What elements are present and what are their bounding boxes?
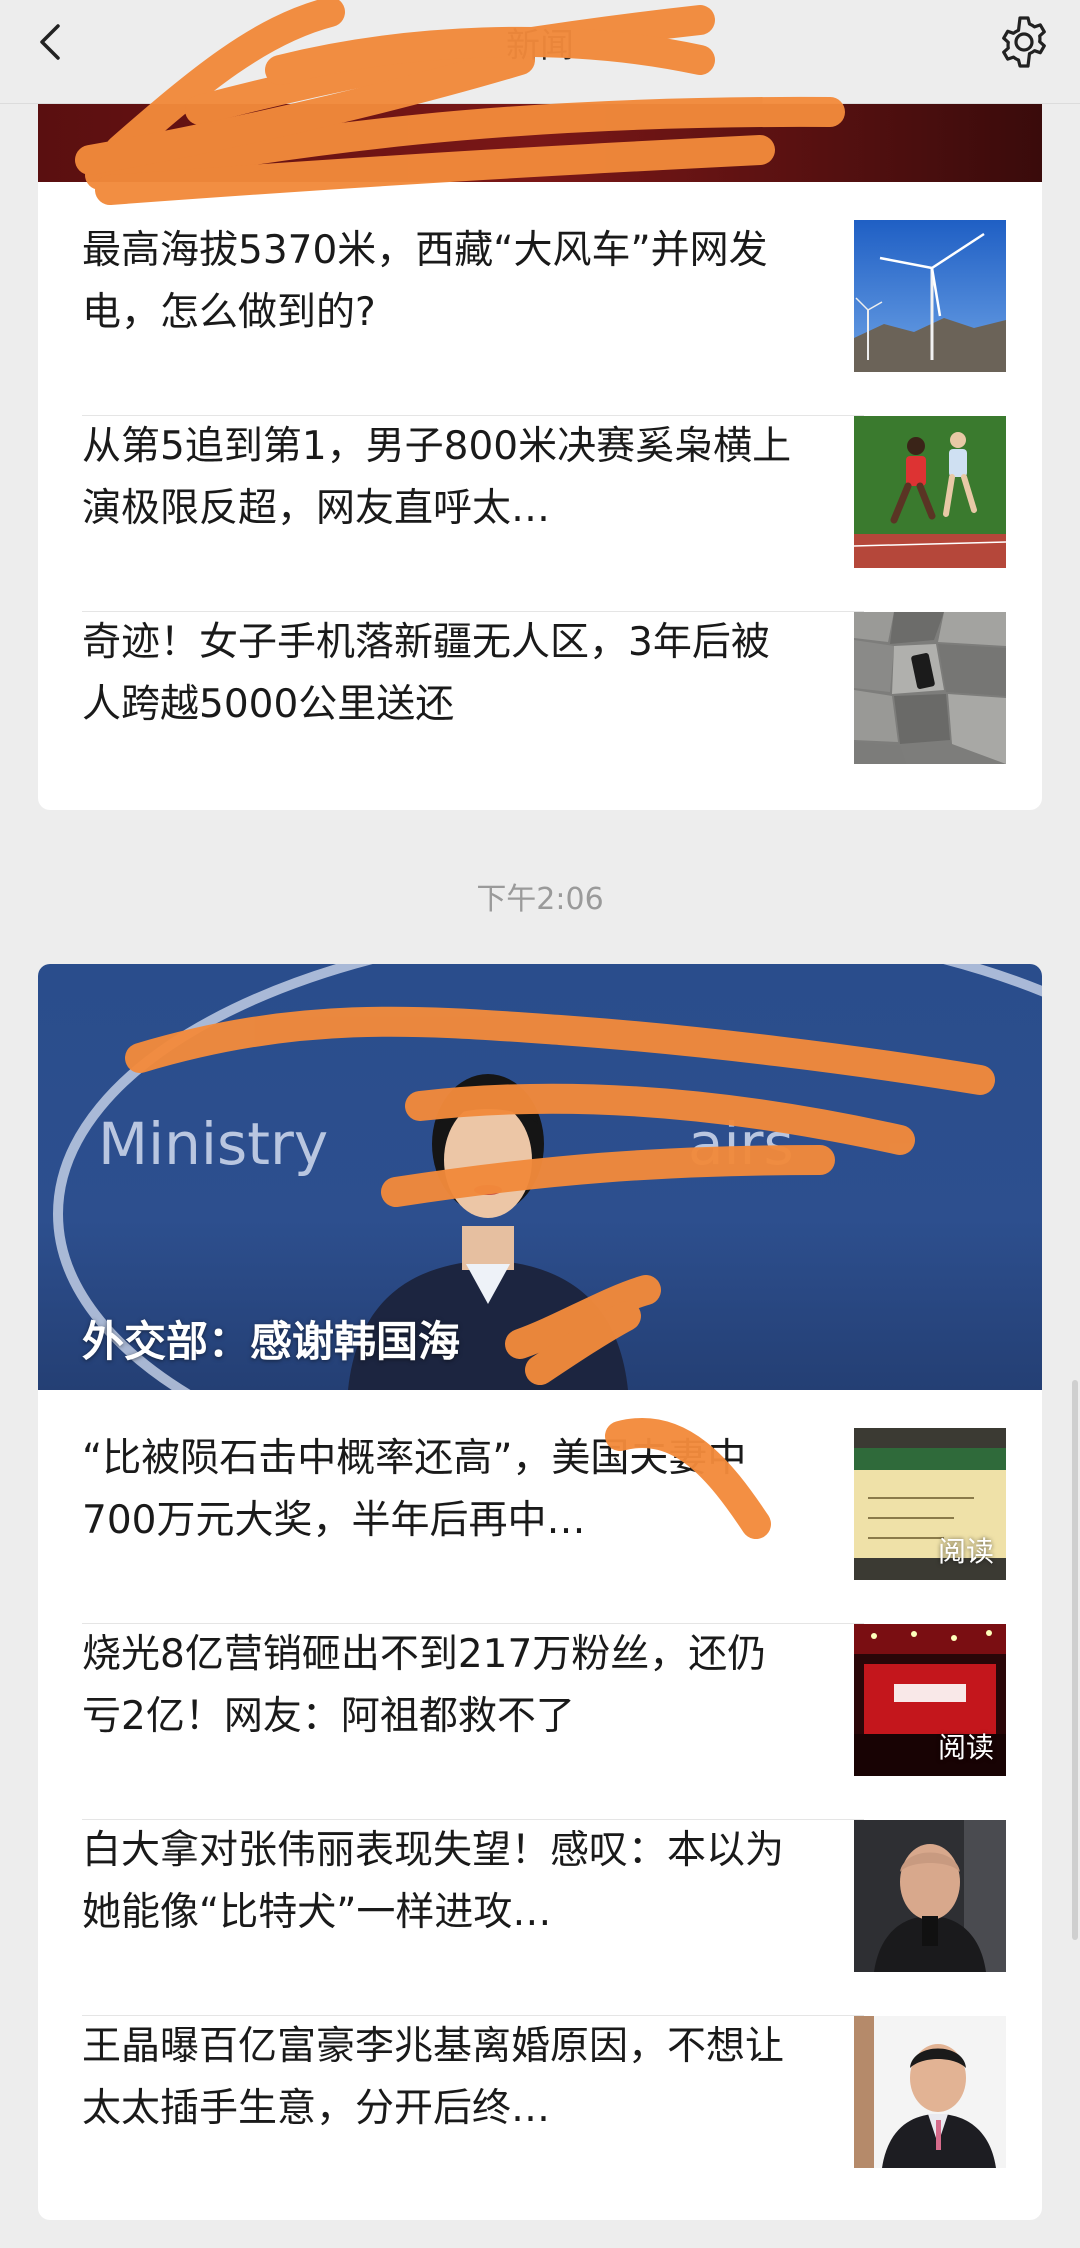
wind-turbine-image bbox=[854, 220, 1006, 372]
scrollbar[interactable] bbox=[1072, 1380, 1078, 1940]
top-bar: 新闻 bbox=[0, 0, 1080, 104]
news-group-card-1: 最高海拔5370米，西藏“大风车”并网发电，怎么做到的? 从第5追到第1，男子8… bbox=[38, 0, 1042, 810]
read-badge: 阅读 bbox=[937, 1535, 994, 1568]
news-item-title: 最高海拔5370米，西藏“大风车”并网发电，怎么做到的? bbox=[82, 228, 768, 335]
banner-background-text: Ministry bbox=[98, 1110, 328, 1178]
page-title: 新闻 bbox=[506, 26, 574, 66]
news-item-title: 奇迹！女子手机落新疆无人区，3年后被人跨越5000公里送还 bbox=[82, 620, 770, 727]
message-timestamp: 下午2:06 bbox=[476, 882, 604, 917]
svg-text:airs: airs bbox=[688, 1110, 794, 1178]
cover-banner-title: 外交部：感谢韩国海 bbox=[82, 1317, 461, 1366]
news-group-card-2: Ministry airs 外交部：感谢韩国海 “比被陨石击中概率还高”，美国夫… bbox=[38, 964, 1042, 2220]
rocks-phone-image bbox=[854, 612, 1006, 764]
news-item[interactable]: 烧光8亿营销砸出不到217万粉丝，还仍亏2亿！网友：阿祖都救不了 阅读 bbox=[82, 1624, 1006, 1820]
news-item[interactable]: 白大拿对张伟丽表现失望！感叹：本以为她能像“比特犬”一样进攻… bbox=[82, 1820, 1006, 2016]
read-badge: 阅读 bbox=[937, 1731, 994, 1764]
news-item-title: 烧光8亿营销砸出不到217万粉丝，还仍亏2亿！网友：阿祖都救不了 bbox=[82, 1632, 767, 1739]
news-item[interactable]: 王晶曝百亿富豪李兆基离婚原因，不想让太太插手生意，分开后终… bbox=[82, 2016, 1006, 2212]
news-item[interactable]: “比被陨石击中概率还高”，美国夫妻中700万元大奖，半年后再中… 阅读 bbox=[82, 1428, 1006, 1624]
cover-banner[interactable]: Ministry airs 外交部：感谢韩国海 bbox=[38, 964, 1042, 1390]
news-item-title: 从第5追到第1，男子800米决赛奚枭横上演极限反超，网友直呼太… bbox=[82, 424, 792, 531]
news-item[interactable]: 奇迹！女子手机落新疆无人区，3年后被人跨越5000公里送还 bbox=[82, 612, 1006, 808]
news-item[interactable]: 最高海拔5370米，西藏“大风车”并网发电，怎么做到的? bbox=[82, 220, 1006, 416]
businessman-image bbox=[854, 2016, 1006, 2168]
settings-button[interactable] bbox=[992, 10, 1056, 74]
news-item-title: 王晶曝百亿富豪李兆基离婚原因，不想让太太插手生意，分开后终… bbox=[82, 2024, 785, 2131]
news-item[interactable]: 从第5追到第1，男子800米决赛奚枭横上演极限反超，网友直呼太… bbox=[82, 416, 1006, 612]
stage-event-image: 阅读 bbox=[854, 1624, 1006, 1776]
press-conference-image bbox=[854, 1820, 1006, 1972]
runners-image bbox=[854, 416, 1006, 568]
news-item-title: 白大拿对张伟丽表现失望！感叹：本以为她能像“比特犬”一样进攻… bbox=[82, 1828, 785, 1935]
lottery-check-image: 阅读 bbox=[854, 1428, 1006, 1580]
gear-icon bbox=[1002, 16, 1046, 68]
news-item-title: “比被陨石击中概率还高”，美国夫妻中700万元大奖，半年后再中… bbox=[82, 1436, 747, 1543]
app-screen: 新闻 最高海拔5370米，西藏“大风车”并网发电，怎么做到的? 从第5追到第1，… bbox=[0, 0, 1080, 2248]
